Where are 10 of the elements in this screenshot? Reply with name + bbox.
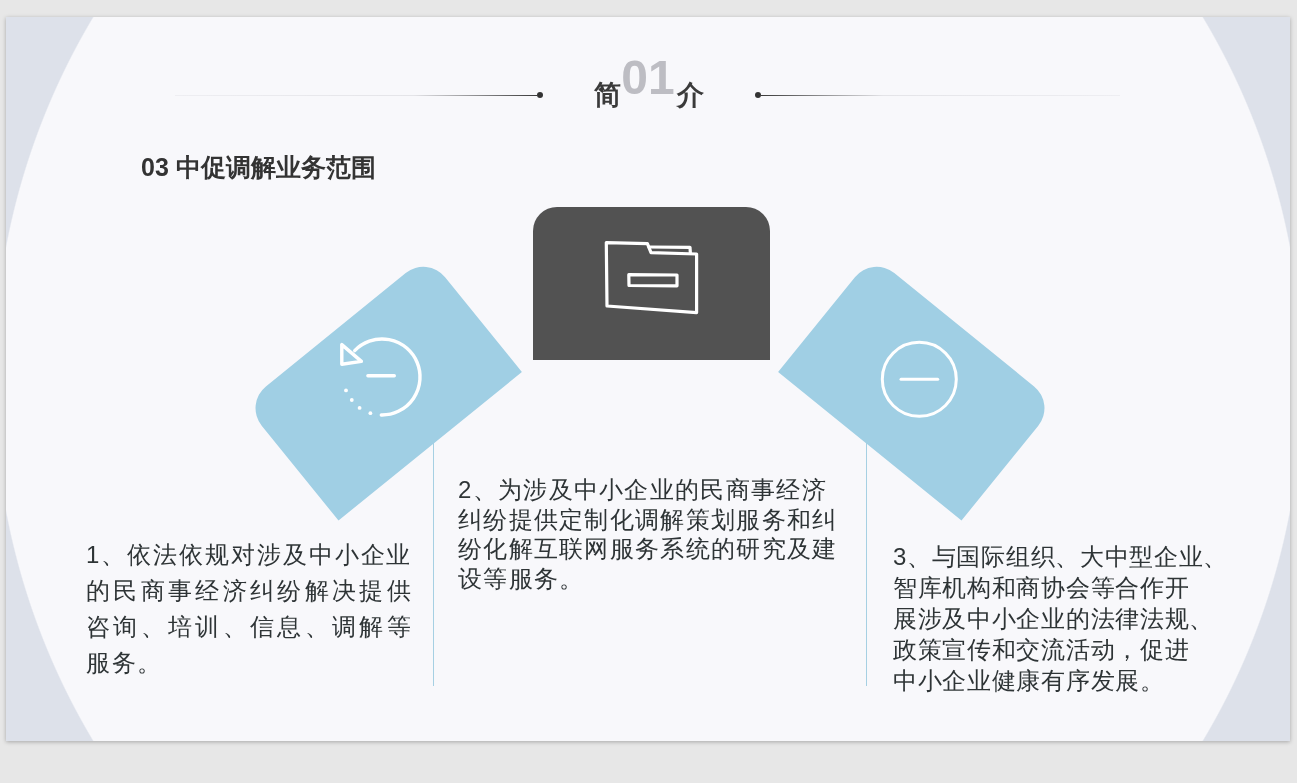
description-text: 3、与国际组织、大中型企业、 智库机构和商协会等合作开 展涉及中小企业的法律法规、 政策宣传和交流活动，促进 中小企业健康有序发展。	[892, 542, 1229, 696]
section-title: 介	[676, 79, 704, 112]
folder-icon	[603, 241, 700, 317]
description-text: 1、依法依规对涉及中小企业 的民商事经济纠纷解决提供 咨询、培训、信息、调解等 服务。	[86, 540, 412, 678]
section-number: 01	[621, 54, 675, 102]
slide-heading: 03 中促调解业务范围	[141, 152, 376, 182]
circular-arrow-icon	[340, 337, 422, 417]
minus-circle-icon	[880, 340, 958, 418]
description-text: 2、为涉及中小企业的民商事经济 纠纷提供定制化调解策划服务和纠 纷化解互联网服务系统的研究及建 设等服务。	[457, 475, 838, 593]
section-title: 简	[594, 80, 622, 112]
